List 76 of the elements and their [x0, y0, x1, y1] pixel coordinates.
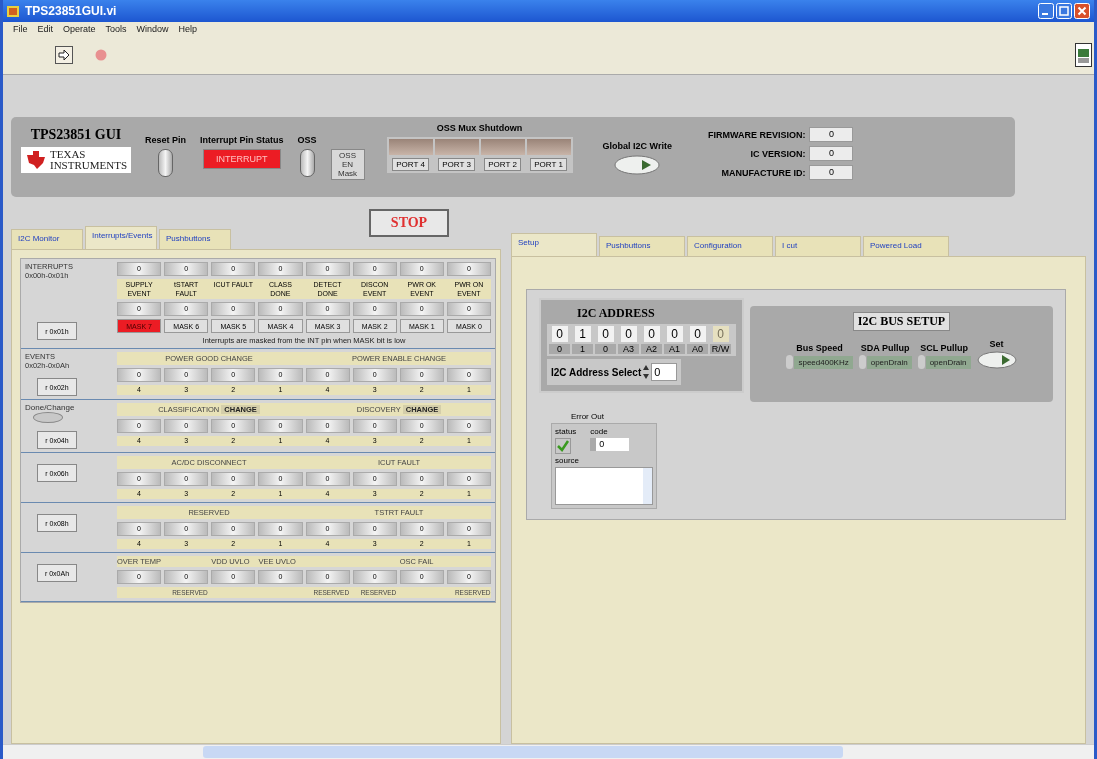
- stop-button[interactable]: STOP: [369, 209, 449, 237]
- address-select-field[interactable]: 0: [651, 363, 678, 381]
- menu-item[interactable]: Window: [136, 24, 169, 34]
- tab[interactable]: Interrupts/Events: [85, 226, 157, 249]
- menu-item[interactable]: Help: [178, 24, 198, 34]
- led-label: Done/Change: [25, 403, 75, 412]
- tab[interactable]: I cut: [775, 236, 861, 256]
- window-title: TPS23851GUI.vi: [25, 4, 117, 18]
- bus-setting-label: SCL Pullup: [920, 343, 968, 353]
- bus-setting-label: Bus Speed: [796, 343, 843, 353]
- set-button-icon[interactable]: [976, 351, 1017, 369]
- menu-item[interactable]: Operate: [63, 24, 96, 34]
- bit-label: A0: [687, 344, 708, 354]
- address-select-label: I2C Address Select: [551, 366, 642, 378]
- oss-toggle[interactable]: [299, 149, 315, 177]
- minimize-icon[interactable]: [1038, 3, 1054, 19]
- company-logo: TEXAS INSTRUMENTS: [21, 147, 131, 173]
- vi-icon: [1075, 43, 1092, 67]
- source-field[interactable]: [555, 467, 653, 505]
- tab[interactable]: I2C Monitor: [11, 229, 83, 249]
- address-bit[interactable]: 0: [689, 326, 706, 342]
- maximize-icon[interactable]: [1056, 3, 1072, 19]
- address-bit[interactable]: 0: [551, 326, 568, 342]
- oss-mask-button[interactable]: OSS EN Mask: [330, 149, 365, 180]
- bit-label: A1: [664, 344, 685, 354]
- address-bit[interactable]: 0: [597, 326, 614, 342]
- address-bit[interactable]: 1: [574, 326, 591, 342]
- tab[interactable]: Configuration: [687, 236, 773, 256]
- bit-label: 0: [595, 344, 616, 354]
- set-label: Set: [989, 339, 1004, 349]
- code-label: code: [590, 427, 608, 436]
- port-button[interactable]: PORT 1: [530, 158, 567, 171]
- address-bit[interactable]: 0: [643, 326, 660, 342]
- bus-setting-label: SDA Pullup: [860, 343, 910, 353]
- bit-label: 0: [549, 344, 570, 354]
- bit-label: A3: [618, 344, 639, 354]
- bus-setup-title: I2C BUS SETUP: [852, 312, 951, 331]
- oss-mux-label: OSS Mux Shutdown: [436, 123, 523, 133]
- horizontal-scrollbar[interactable]: [3, 744, 1094, 759]
- tab[interactable]: Setup: [511, 233, 597, 256]
- app-icon: [7, 5, 19, 17]
- oss-label: OSS: [297, 135, 317, 145]
- info-label: MANUFACTURE ID:: [721, 167, 806, 178]
- status-label: status: [555, 427, 577, 436]
- info-value: 0: [809, 146, 854, 161]
- global-write-label: Global I2C Write: [602, 141, 672, 151]
- close-icon[interactable]: [1074, 3, 1090, 19]
- info-label: FIRMWARE REVISION:: [707, 129, 806, 140]
- source-label: source: [555, 456, 580, 465]
- port-button[interactable]: PORT 3: [438, 158, 475, 171]
- bit-label: R/W: [710, 344, 731, 354]
- info-label: IC VERSION:: [750, 148, 806, 159]
- info-value: 0: [809, 165, 854, 180]
- error-out-title: Error Out: [571, 412, 604, 421]
- bit-label: A2: [641, 344, 662, 354]
- gui-title: TPS23851 GUI: [30, 127, 122, 143]
- reset-pin-label: Reset Pin: [145, 135, 187, 145]
- port-button[interactable]: PORT 2: [484, 158, 521, 171]
- info-value: 0: [809, 127, 854, 142]
- menu-item[interactable]: File: [13, 24, 28, 34]
- tab[interactable]: Pushbuttons: [159, 229, 231, 249]
- tab[interactable]: Powered Load: [863, 236, 949, 256]
- write-button-icon[interactable]: [614, 155, 661, 175]
- address-bit[interactable]: 0: [666, 326, 683, 342]
- port-button[interactable]: PORT 4: [392, 158, 429, 171]
- menu-item[interactable]: Tools: [105, 24, 127, 34]
- tab[interactable]: Pushbuttons: [599, 236, 685, 256]
- code-field[interactable]: 0: [590, 438, 630, 451]
- i2c-address-title: I2C ADDRESS: [577, 306, 656, 321]
- menu-item[interactable]: Edit: [37, 24, 54, 34]
- interrupt-indicator: INTERRUPT: [202, 149, 281, 169]
- interrupt-status-label: Interrupt Pin Status: [200, 135, 284, 145]
- address-bit[interactable]: 0: [620, 326, 637, 342]
- reset-pin-toggle[interactable]: [158, 149, 173, 177]
- run-arrow-icon[interactable]: [55, 46, 73, 64]
- bit-label: 1: [572, 344, 593, 354]
